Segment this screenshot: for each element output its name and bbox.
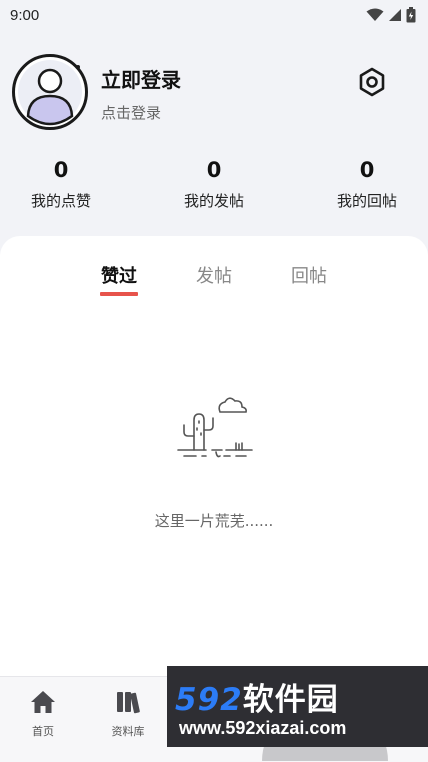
username[interactable]: 立即登录 [101, 64, 181, 93]
status-time: 9:00 [10, 6, 40, 24]
cactus-empty-icon [177, 397, 253, 458]
nav-home-label: 首页 [32, 725, 54, 738]
watermark-logo: 592软件园 [175, 674, 339, 719]
content-panel: 赞过 发帖 回帖 这里一片荒芜...... [0, 236, 428, 676]
profile-header: 立即登录 点击登录 [12, 54, 416, 132]
watermark-url: www.592xiazai.com [179, 718, 347, 738]
stat-replies-count: 0 [359, 158, 375, 182]
tab-replies[interactable]: 回帖 [291, 262, 327, 288]
status-bar: 9:00 [0, 0, 428, 30]
nav-library-label: 资料库 [111, 725, 145, 738]
stat-likes-count: 0 [53, 158, 69, 182]
empty-state-text: 这里一片荒芜...... [154, 512, 274, 530]
library-icon [117, 692, 140, 714]
tab-indicator [100, 292, 138, 296]
status-icons [366, 7, 416, 23]
avatar[interactable] [12, 54, 88, 130]
wifi-icon [366, 8, 384, 21]
stat-posts-label: 我的发帖 [183, 192, 244, 210]
signal-icon [389, 9, 401, 21]
stat-likes-label: 我的点赞 [30, 192, 91, 210]
nav-library[interactable]: 资料库 [93, 689, 163, 739]
stats-row: 0 我的点赞 0 我的发帖 0 我的回帖 [0, 156, 428, 220]
stat-replies-label: 我的回帖 [336, 192, 397, 210]
nav-home[interactable]: 首页 [8, 689, 78, 739]
watermark-logo-number: 592 [175, 682, 243, 718]
tab-liked[interactable]: 赞过 [101, 262, 137, 288]
tab-bar: 赞过 发帖 回帖 [0, 262, 428, 302]
stat-likes[interactable]: 0 我的点赞 [1, 156, 121, 211]
settings-icon[interactable] [356, 66, 388, 98]
home-icon [31, 691, 55, 713]
watermark: 592软件园 www.592xiazai.com [167, 666, 428, 747]
stat-replies[interactable]: 0 我的回帖 [307, 156, 427, 211]
watermark-logo-brand: 软件园 [242, 682, 339, 718]
tab-posts[interactable]: 发帖 [196, 262, 232, 288]
stat-posts[interactable]: 0 我的发帖 [154, 156, 274, 211]
stat-posts-count: 0 [206, 158, 222, 182]
login-hint[interactable]: 点击登录 [101, 102, 161, 123]
battery-icon [406, 7, 416, 23]
